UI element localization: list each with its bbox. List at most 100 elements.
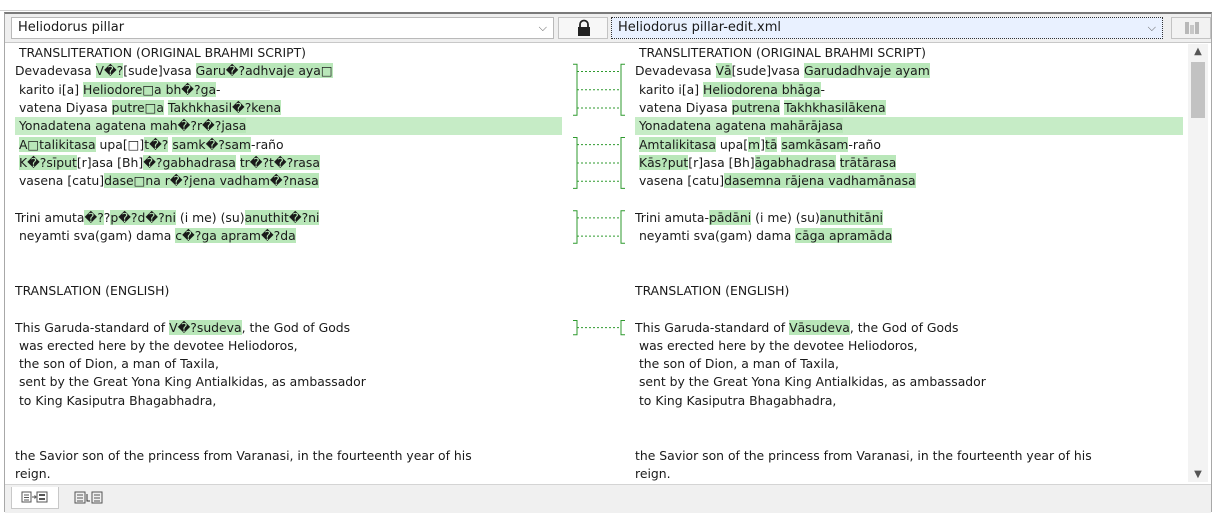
text-line[interactable]: Amtalikitasa upa[m]tā samkāsam-raño bbox=[635, 136, 881, 154]
diff-compare-panel: Heliodorus pillar ⌵ Heliodorus pillar-ed… bbox=[4, 12, 1212, 513]
text-line[interactable]: K�?sīput[r]asa [Bh]�?gabhadrasa tr�?t�?r… bbox=[15, 154, 320, 172]
text-line[interactable]: This Garuda-standard of Vāsudeva, the Go… bbox=[635, 319, 958, 337]
changed-text: V�? bbox=[95, 63, 124, 79]
text-line[interactable]: neyamti sva(gam) dama c�?ga apram�?da bbox=[15, 227, 296, 245]
changed-text: mahārājasa bbox=[770, 118, 844, 134]
text-line[interactable]: Devadevasa V�?[sude]vasa Garu�?adhvaje a… bbox=[15, 62, 333, 80]
changed-text: pādāni bbox=[708, 209, 752, 225]
text-line[interactable]: TRANSLATION (ENGLISH) bbox=[15, 282, 169, 300]
text-line[interactable]: the Savior son of the princess from Vara… bbox=[15, 447, 472, 465]
changed-text: Kās?put bbox=[638, 154, 689, 170]
text-line[interactable]: karito i[a] Heliodore□a bh�?ga- bbox=[15, 81, 221, 99]
text-segment: was erected here by the devotee Heliodor… bbox=[15, 337, 298, 353]
text-line[interactable]: Yonadatena agatena mahārājasa bbox=[635, 117, 1183, 136]
changed-text: c�?ga apram�?da bbox=[175, 228, 296, 243]
changed-text: Takhkhasil�?kena bbox=[167, 99, 282, 115]
text-line[interactable]: to King Kasiputra Bhagabhadra, bbox=[635, 392, 836, 410]
text-segment: TRANSLITERATION (ORIGINAL BRAHMI SCRIPT) bbox=[15, 45, 307, 60]
changed-text: V�?sudeva bbox=[169, 319, 242, 335]
tab-insert-text[interactable] bbox=[11, 487, 59, 509]
lock-button[interactable] bbox=[558, 17, 608, 39]
right-file-name: Heliodorus pillar-edit.xml bbox=[618, 20, 781, 35]
text-line[interactable]: TRANSLITERATION (ORIGINAL BRAHMI SCRIPT) bbox=[635, 44, 926, 62]
text-line[interactable]: sent by the Great Yona King Antialkidas,… bbox=[15, 373, 366, 391]
text-segment: Devadevasa bbox=[15, 63, 96, 79]
changed-text: p�?d�?ni bbox=[110, 209, 176, 225]
text-line[interactable]: the son of Dion, a man of Taxila, bbox=[15, 355, 219, 373]
text-segment: upa[ bbox=[715, 136, 749, 152]
text-segment: the Savior son of the princess from Vara… bbox=[15, 447, 472, 463]
text-segment: upa[□] bbox=[95, 136, 145, 152]
text-line[interactable]: A□talikitasa upa[□]t�? samk�?sam-raño bbox=[15, 136, 284, 154]
text-segment: vasena [catu] bbox=[15, 173, 105, 189]
changed-text: trātārasa bbox=[839, 154, 897, 170]
text-line[interactable]: sent by the Great Yona King Antialkidas,… bbox=[635, 373, 986, 391]
changed-text: Heliodorena bhāga bbox=[703, 81, 821, 97]
vertical-scrollbar[interactable]: ▲ ▼ bbox=[1188, 44, 1208, 482]
text-line[interactable]: This Garuda-standard of V�?sudeva, the G… bbox=[15, 319, 350, 337]
text-segment: to King Kasiputra Bhagabhadra, bbox=[15, 392, 217, 408]
diff-options-button[interactable] bbox=[1171, 17, 1211, 39]
text-segment: was erected here by the devotee Heliodor… bbox=[635, 337, 918, 353]
scrollbar-thumb[interactable] bbox=[1191, 62, 1205, 118]
text-line[interactable]: was erected here by the devotee Heliodor… bbox=[15, 337, 298, 355]
text-segment: -raño bbox=[848, 136, 881, 152]
text-line[interactable]: Devadevasa Vā[sude]vasa Garudadhvaje aya… bbox=[635, 62, 930, 80]
text-line[interactable]: reign. bbox=[15, 465, 51, 482]
text-line[interactable]: Kās?put[r]asa [Bh]āgabhadrasa trātārasa bbox=[635, 154, 897, 172]
scroll-up-icon[interactable]: ▲ bbox=[1188, 46, 1208, 57]
changed-text: mah�?r�?jasa bbox=[150, 118, 247, 134]
text-line[interactable]: Yonadatena agatena mah�?r�?jasa bbox=[15, 117, 562, 136]
window-top-strip bbox=[0, 0, 1216, 12]
chevron-down-icon: ⌵ bbox=[1147, 21, 1156, 34]
text-segment: (i me) (su) bbox=[175, 209, 245, 225]
text-segment: karito i[a] bbox=[635, 81, 704, 97]
changed-text: Garu�?adhvaje aya□ bbox=[195, 63, 333, 79]
changed-text: t�? bbox=[144, 136, 169, 152]
text-segment: , the God of Gods bbox=[241, 319, 351, 335]
text-line[interactable]: the son of Dion, a man of Taxila, bbox=[635, 355, 839, 373]
text-segment: [r]asa [Bh] bbox=[688, 154, 755, 170]
text-line[interactable]: Trini amuta-pādāni (i me) (su)anuthitāni bbox=[635, 209, 883, 227]
text-line[interactable]: Trini amuta�??p�?d�?ni (i me) (su)anuthi… bbox=[15, 209, 320, 227]
text-line[interactable]: neyamti sva(gam) dama cāga apramāda bbox=[635, 227, 893, 245]
text-line[interactable]: TRANSLITERATION (ORIGINAL BRAHMI SCRIPT) bbox=[15, 44, 306, 62]
text-line[interactable]: TRANSLATION (ENGLISH) bbox=[635, 282, 789, 300]
text-line[interactable]: vasena [catu]dasemna rājena vadhamānasa bbox=[635, 172, 916, 190]
text-line[interactable]: vatena Diyasa putre□a Takhkhasil�?kena bbox=[15, 99, 282, 117]
text-segment: the son of Dion, a man of Taxila, bbox=[15, 356, 219, 372]
text-line[interactable]: vatena Diyasa putrena Takhkhasilākena bbox=[635, 99, 886, 117]
changed-text: K�?sīput bbox=[18, 154, 77, 170]
text-segment: vasena [catu] bbox=[635, 173, 725, 189]
text-segment: Devadevasa bbox=[635, 63, 716, 79]
left-text-pane[interactable]: TRANSLITERATION (ORIGINAL BRAHMI SCRIPT)… bbox=[15, 44, 562, 482]
text-segment: , the God of Gods bbox=[849, 319, 959, 335]
text-segment: This Garuda-standard of bbox=[15, 319, 170, 335]
left-file-name: Heliodorus pillar bbox=[18, 20, 125, 35]
text-line[interactable]: reign. bbox=[635, 465, 671, 482]
changed-text: anuthit�?ni bbox=[244, 209, 320, 225]
left-change-bracket bbox=[573, 63, 578, 116]
right-change-bracket bbox=[620, 320, 625, 336]
tab-merge-text[interactable] bbox=[67, 487, 115, 509]
right-text-pane[interactable]: TRANSLITERATION (ORIGINAL BRAHMI SCRIPT)… bbox=[635, 44, 1183, 482]
text-segment: [sude]vasa bbox=[123, 63, 196, 79]
left-change-bracket bbox=[573, 320, 578, 336]
scroll-down-icon[interactable]: ▼ bbox=[1188, 469, 1208, 480]
text-line[interactable]: the Savior son of the princess from Vara… bbox=[635, 447, 1092, 465]
left-file-select[interactable]: Heliodorus pillar ⌵ bbox=[11, 17, 554, 39]
right-file-select[interactable]: Heliodorus pillar-edit.xml ⌵ bbox=[611, 17, 1163, 39]
changed-text: Takhkhasilākena bbox=[784, 99, 886, 115]
text-line[interactable]: vasena [catu]dase□na r�?jena vadham�?nas… bbox=[15, 172, 319, 190]
text-line[interactable]: karito i[a] Heliodorena bhāga- bbox=[635, 81, 825, 99]
changed-text: putre□a bbox=[111, 99, 164, 115]
text-line[interactable]: was erected here by the devotee Heliodor… bbox=[635, 337, 918, 355]
insert-text-icon bbox=[21, 491, 48, 503]
changed-text: āgabhadrasa bbox=[754, 154, 836, 170]
changed-text: anuthitāni bbox=[819, 209, 883, 225]
text-segment: Yonadatena agatena bbox=[635, 118, 771, 134]
text-line[interactable]: to King Kasiputra Bhagabhadra, bbox=[15, 392, 216, 410]
right-change-bracket bbox=[620, 63, 625, 116]
changed-text: m bbox=[748, 136, 761, 152]
changed-text: Vā bbox=[715, 63, 732, 79]
